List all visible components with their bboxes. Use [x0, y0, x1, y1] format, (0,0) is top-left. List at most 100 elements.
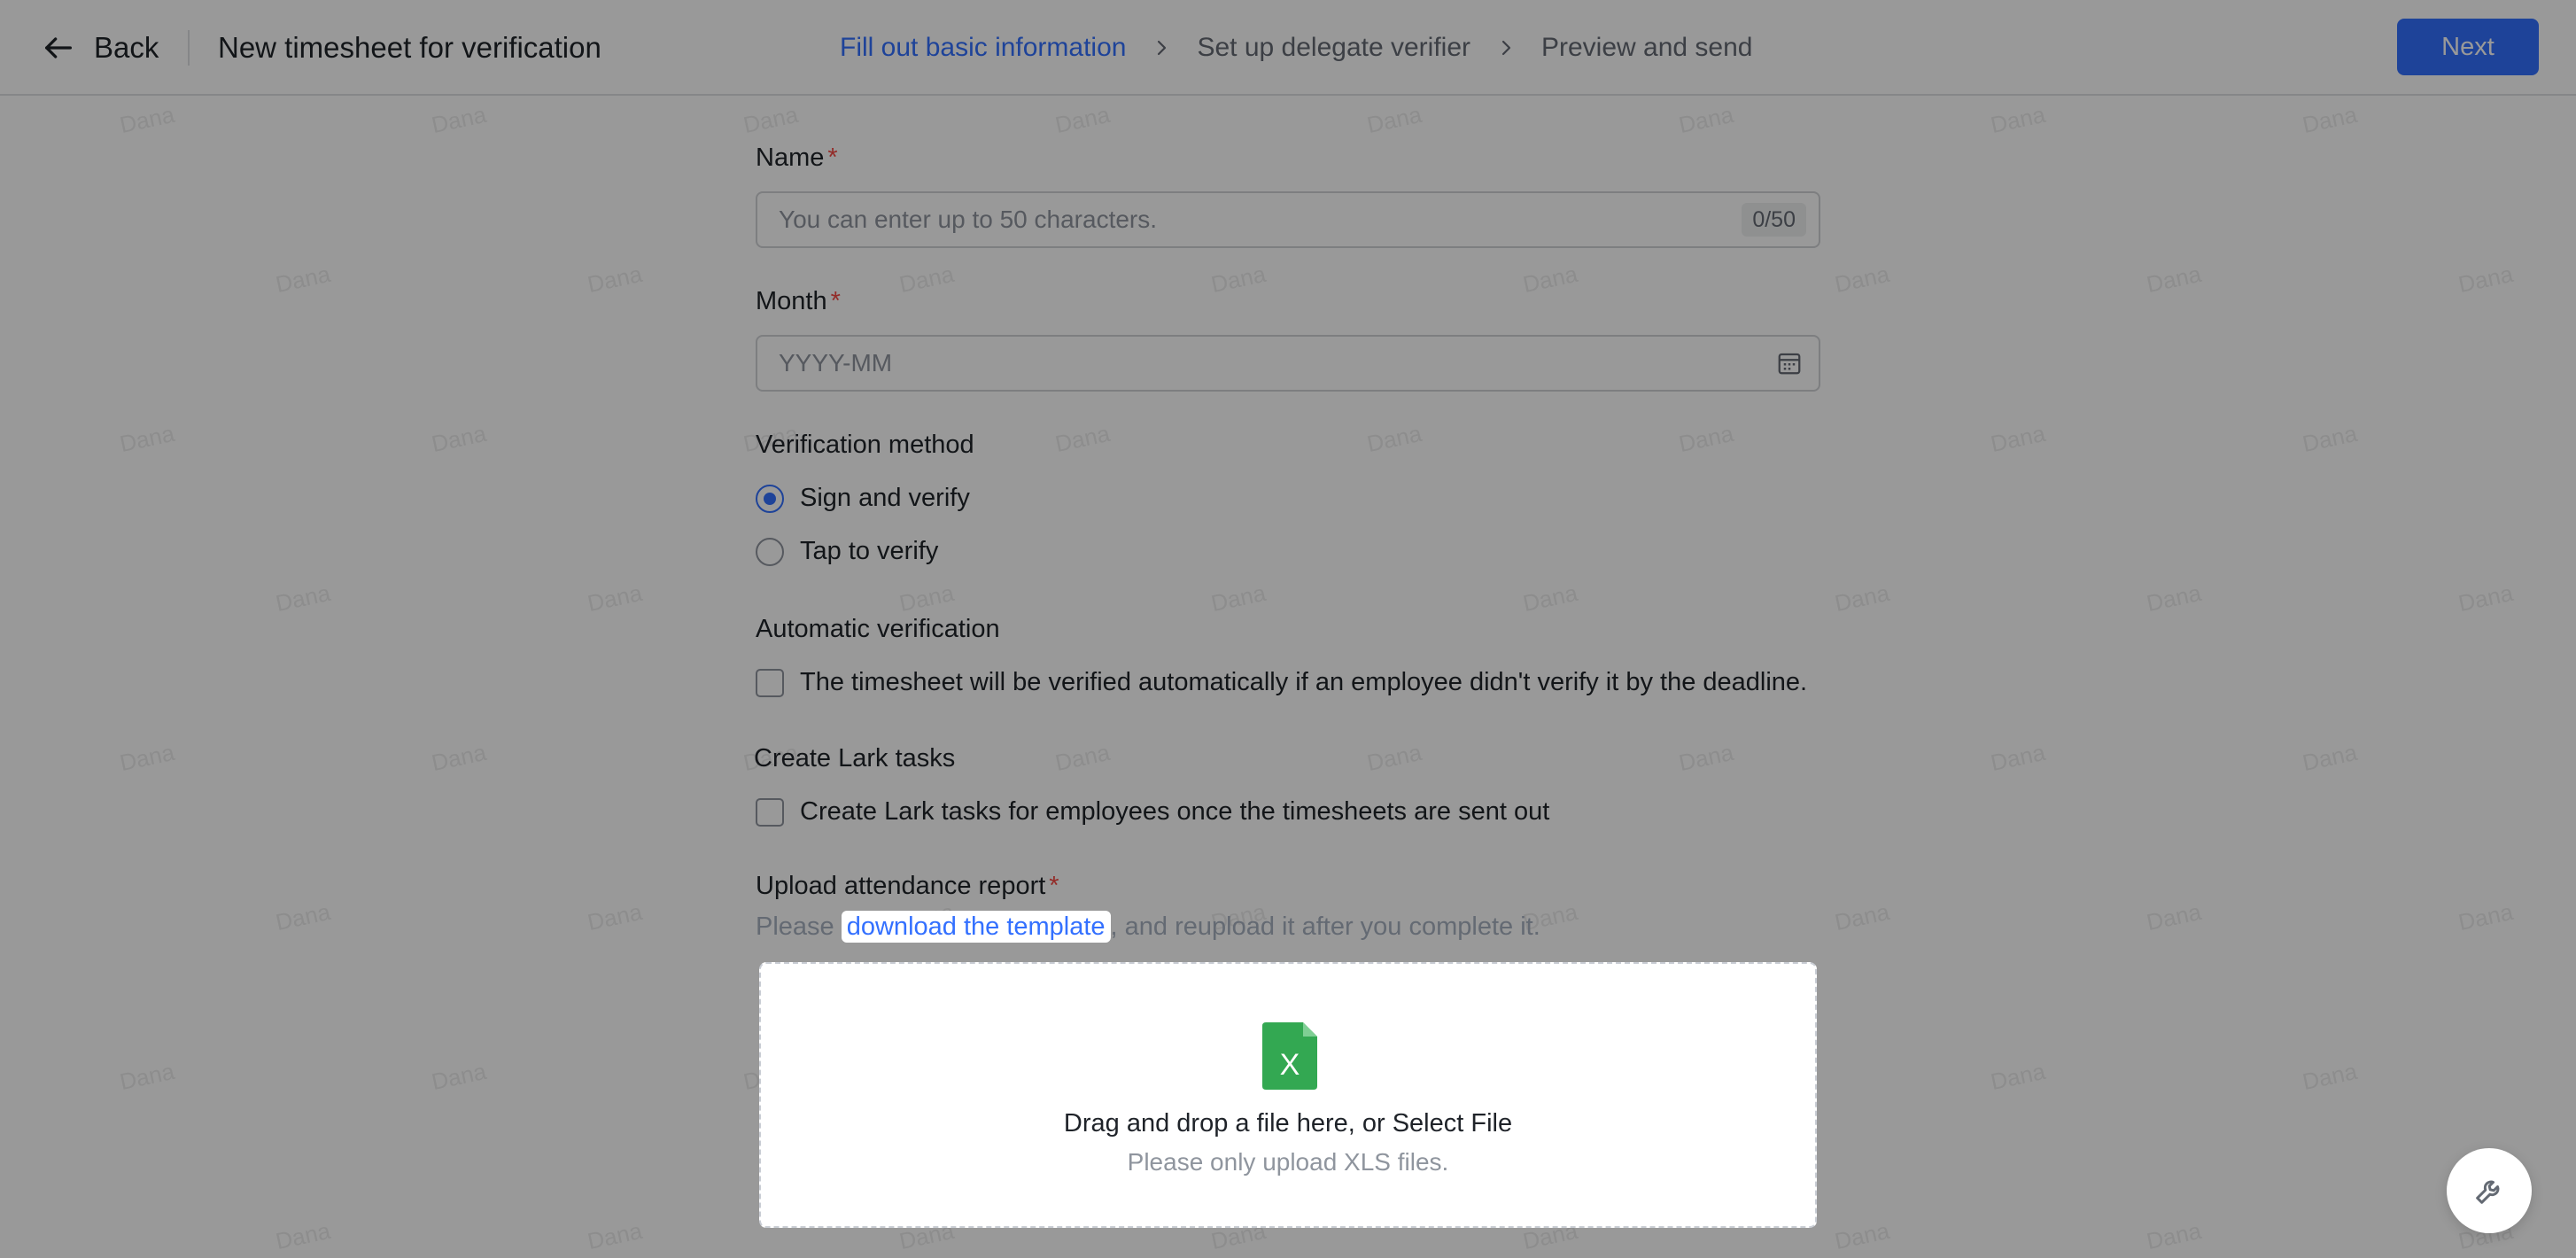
step-basic-information: Fill out basic information — [840, 33, 1127, 62]
watermark-text: Dana — [1988, 1057, 2048, 1096]
step-separator — [1126, 37, 1197, 58]
upload-hint: Please download the template, and reuplo… — [756, 909, 1540, 944]
watermark-text: Dana — [1832, 1216, 1892, 1255]
excel-file-icon: X — [1262, 1022, 1317, 1090]
calendar-icon[interactable] — [1776, 350, 1803, 377]
watermark-text: Dana — [1988, 738, 2048, 777]
watermark-text: Dana — [273, 260, 333, 299]
watermark-text: Dana — [273, 579, 333, 617]
watermark-text: Dana — [1832, 260, 1892, 299]
download-template-link[interactable]: download the template — [841, 911, 1111, 943]
watermark-text: Dana — [585, 1216, 645, 1255]
tool-button[interactable] — [2447, 1148, 2532, 1233]
auto-verify-checkbox-row[interactable]: The timesheet will be verified automatic… — [756, 668, 1807, 697]
watermark-text: Dana — [585, 260, 645, 299]
radio-button[interactable] — [756, 537, 784, 566]
wrench-icon — [2476, 1180, 2500, 1204]
watermark-text: Dana — [1052, 419, 1113, 458]
step-indicator: Fill out basic information Set up delega… — [840, 28, 1752, 67]
header-divider — [188, 30, 190, 66]
watermark-text: Dana — [1988, 100, 2048, 139]
auto-verify-checkbox[interactable] — [756, 668, 784, 697]
back-button[interactable]: Back — [41, 25, 159, 71]
auto-verify-checkbox-label: The timesheet will be verified automatic… — [800, 668, 1808, 696]
header: Back New timesheet for verification Fill… — [0, 0, 2576, 96]
name-label: Name * — [756, 140, 838, 175]
watermark-text: Dana — [117, 100, 177, 139]
watermark-text: Dana — [2300, 419, 2360, 458]
watermark-text: Dana — [2456, 897, 2516, 936]
chevron-right-icon — [1158, 40, 1167, 56]
required-mark: * — [830, 287, 841, 315]
lark-tasks-checkbox-row[interactable]: Create Lark tasks for employees once the… — [756, 797, 1549, 827]
verification-method-label: Verification method — [756, 431, 974, 459]
watermark-text: Dana — [2300, 100, 2360, 139]
watermark-text: Dana — [741, 100, 801, 139]
watermark-text: Dana — [1676, 738, 1736, 777]
watermark-text: Dana — [1052, 100, 1113, 139]
upload-label: Upload attendance report * — [756, 868, 1059, 904]
next-button[interactable]: Next — [2397, 19, 2539, 75]
page-title: New timesheet for verification — [218, 31, 601, 64]
dropzone-subtitle: Please only upload XLS files. — [1127, 1148, 1449, 1176]
file-dropzone[interactable]: X Drag and drop a file here, or Select F… — [759, 962, 1817, 1228]
watermark-text: Dana — [429, 100, 489, 139]
watermark-text: Dana — [2300, 1057, 2360, 1096]
month-field — [756, 335, 1820, 392]
watermark-text: Dana — [1520, 260, 1580, 299]
upload-label-text: Upload attendance report — [756, 872, 1046, 900]
watermark-text: Dana — [1208, 579, 1269, 617]
watermark-text: Dana — [273, 897, 333, 936]
step-preview-and-send: Preview and send — [1541, 33, 1753, 62]
watermark-text: Dana — [1520, 579, 1580, 617]
name-input[interactable] — [779, 193, 1664, 246]
chevron-right-icon — [1501, 40, 1511, 56]
watermark-text: Dana — [2144, 1216, 2204, 1255]
watermark-text: Dana — [2144, 579, 2204, 617]
watermark-text: Dana — [2456, 260, 2516, 299]
month-label-text: Month — [756, 287, 827, 315]
step-delegate-verifier: Set up delegate verifier — [1197, 33, 1470, 62]
lark-tasks-checkbox-label: Create Lark tasks for employees once the… — [800, 797, 1550, 826]
watermark-text: Dana — [585, 579, 645, 617]
watermark-text: Dana — [429, 419, 489, 458]
watermark-text: Dana — [1676, 100, 1736, 139]
hint-text-before: Please — [756, 912, 842, 941]
watermark-text: Dana — [896, 260, 957, 299]
watermark-text: Dana — [117, 1057, 177, 1096]
month-label: Month * — [756, 283, 841, 319]
watermark-text: Dana — [117, 419, 177, 458]
watermark-text: Dana — [429, 1057, 489, 1096]
radio-sign-and-verify[interactable]: Sign and verify — [756, 484, 970, 513]
watermark-text: Dana — [1676, 419, 1736, 458]
watermark-text: Dana — [117, 738, 177, 777]
radio-button[interactable] — [756, 484, 784, 513]
lark-tasks-checkbox[interactable] — [756, 797, 784, 827]
watermark-text: Dana — [585, 897, 645, 936]
watermark-text: Dana — [1052, 738, 1113, 777]
watermark-text: Dana — [273, 1216, 333, 1255]
name-label-text: Name — [756, 144, 825, 172]
character-counter: 0/50 — [1742, 203, 1806, 237]
required-mark: * — [827, 144, 838, 172]
hint-text-after: , and reupload it after you complete it. — [1110, 912, 1540, 941]
step-separator — [1470, 37, 1541, 58]
watermark-text: Dana — [2144, 260, 2204, 299]
watermark-text: Dana — [1364, 738, 1424, 777]
dropzone-title: Drag and drop a file here, or Select Fil… — [1063, 1109, 1513, 1138]
required-mark: * — [1049, 872, 1059, 900]
back-label: Back — [94, 31, 159, 64]
radio-label: Sign and verify — [800, 484, 970, 512]
watermark-text: Dana — [1208, 260, 1269, 299]
radio-label: Tap to verify — [800, 537, 939, 565]
file-icon-letter: X — [1280, 1048, 1300, 1082]
watermark-text: Dana — [1832, 897, 1892, 936]
watermark-text: Dana — [2456, 579, 2516, 617]
radio-tap-to-verify[interactable]: Tap to verify — [756, 537, 938, 566]
name-field: 0/50 — [756, 191, 1820, 248]
watermark-text: Dana — [2300, 738, 2360, 777]
watermark-text: Dana — [1832, 579, 1892, 617]
automatic-verification-label: Automatic verification — [756, 615, 1000, 643]
watermark-text: Dana — [1364, 419, 1424, 458]
month-input[interactable] — [779, 337, 1664, 390]
